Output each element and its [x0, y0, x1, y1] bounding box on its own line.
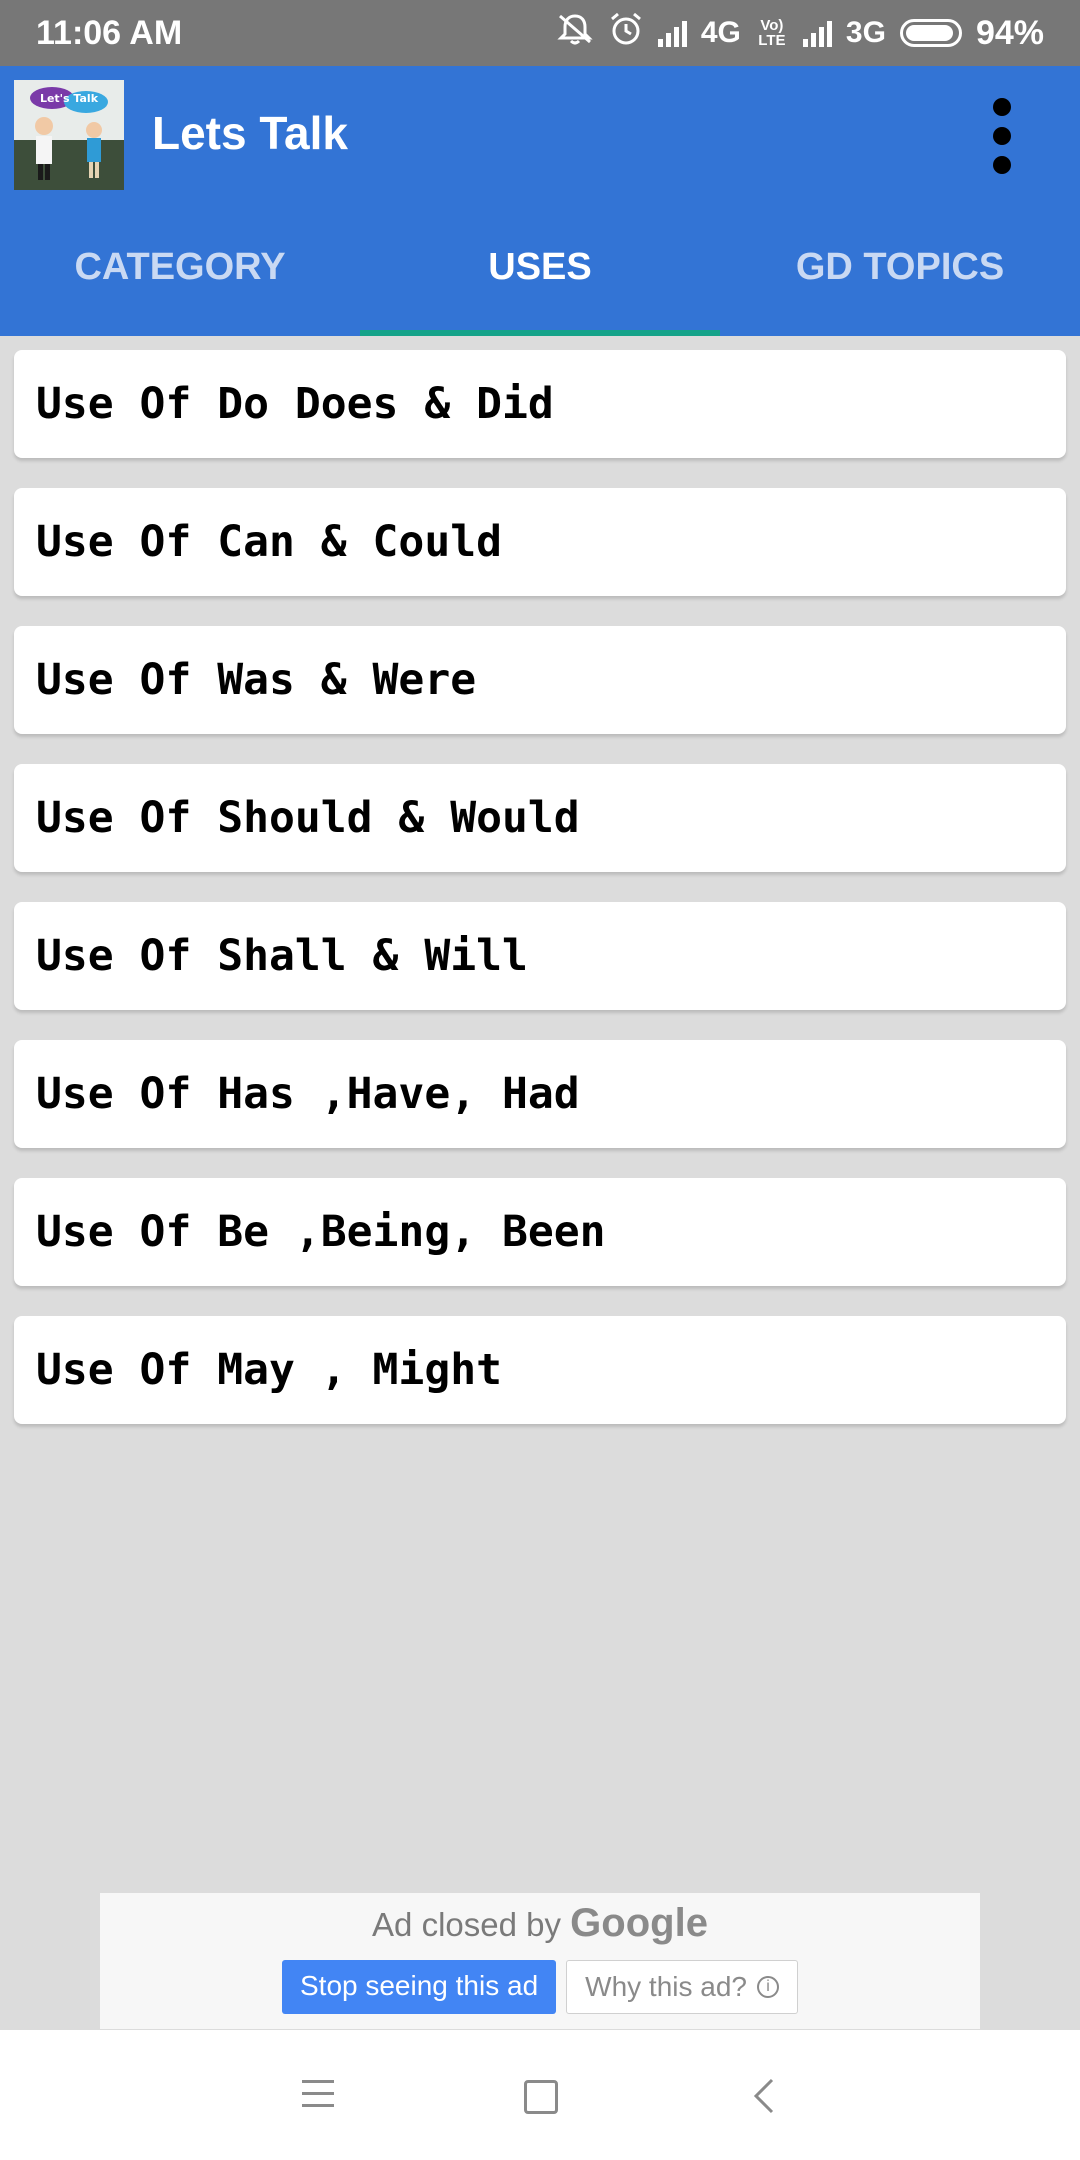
ad-buttons: Stop seeing this ad Why this ad? i [100, 1960, 980, 2014]
list-item[interactable]: Use Of Should & Would [14, 764, 1066, 872]
list-item[interactable]: Use Of Can & Could [14, 488, 1066, 596]
network-type-1: 4G [700, 16, 741, 49]
signal-icon [802, 19, 832, 47]
list-item[interactable]: Use Of Be ,Being, Been [14, 1178, 1066, 1286]
app-title: Lets Talk [152, 107, 348, 159]
list-item[interactable]: Use Of Do Does & Did [14, 350, 1066, 458]
status-icons: 4G Vo) LTE 3G 94% [556, 11, 1044, 56]
battery-icon [899, 19, 962, 47]
status-bar: 11:06 AM 4G Vo) LTE 3G 94% [0, 0, 1080, 66]
list-item[interactable]: Use Of Shall & Will [14, 902, 1066, 1010]
ad-closed-text: Ad closed by [372, 1906, 561, 1943]
tab-bar: CATEGORY USES GD TOPICS [0, 198, 1080, 336]
tab-label: GD TOPICS [795, 245, 1005, 288]
ad-closed-message: Ad closed by Google [100, 1901, 980, 1946]
battery-percent: 94% [975, 13, 1044, 52]
google-logo: Google [570, 1901, 708, 1945]
signal-icon [657, 19, 687, 47]
list-item[interactable]: Use Of May , Might [14, 1316, 1066, 1424]
navigation-bar [0, 2030, 1080, 2160]
tab-indicator [360, 330, 720, 336]
list-item[interactable]: Use Of Was & Were [14, 626, 1066, 734]
back-icon[interactable] [752, 2078, 776, 2119]
app-bar: Let's Talk Lets Talk CATEGORY USES GD TO… [0, 66, 1080, 336]
list-item[interactable]: Use Of Has ,Have, Had [14, 1040, 1066, 1148]
tab-gd-topics[interactable]: GD TOPICS [720, 198, 1080, 336]
logo-text: Let's Talk [40, 92, 99, 105]
app-logo: Let's Talk [14, 80, 124, 190]
tab-label: CATEGORY [74, 245, 286, 288]
tab-category[interactable]: CATEGORY [0, 198, 360, 336]
tab-uses[interactable]: USES [360, 198, 720, 336]
home-icon[interactable] [524, 2080, 558, 2114]
overflow-menu-icon[interactable] [978, 86, 1026, 186]
why-this-ad-label: Why this ad? [585, 1971, 748, 2002]
info-icon: i [757, 1976, 780, 1998]
stop-seeing-ad-button[interactable]: Stop seeing this ad [281, 1960, 557, 2014]
ad-banner: Ad closed by Google Stop seeing this ad … [100, 1893, 980, 2029]
tab-label: USES [488, 245, 592, 288]
status-time: 11:06 AM [36, 13, 183, 52]
alarm-icon [608, 11, 644, 56]
menu-icon[interactable] [302, 2080, 334, 2116]
network-type-2: 3G [845, 16, 886, 49]
mute-icon [556, 12, 594, 55]
why-this-ad-button[interactable]: Why this ad? i [566, 1960, 799, 2014]
uses-list: Use Of Do Does & Did Use Of Can & Could … [14, 350, 1066, 1454]
volte-indicator: Vo) LTE [758, 17, 786, 49]
